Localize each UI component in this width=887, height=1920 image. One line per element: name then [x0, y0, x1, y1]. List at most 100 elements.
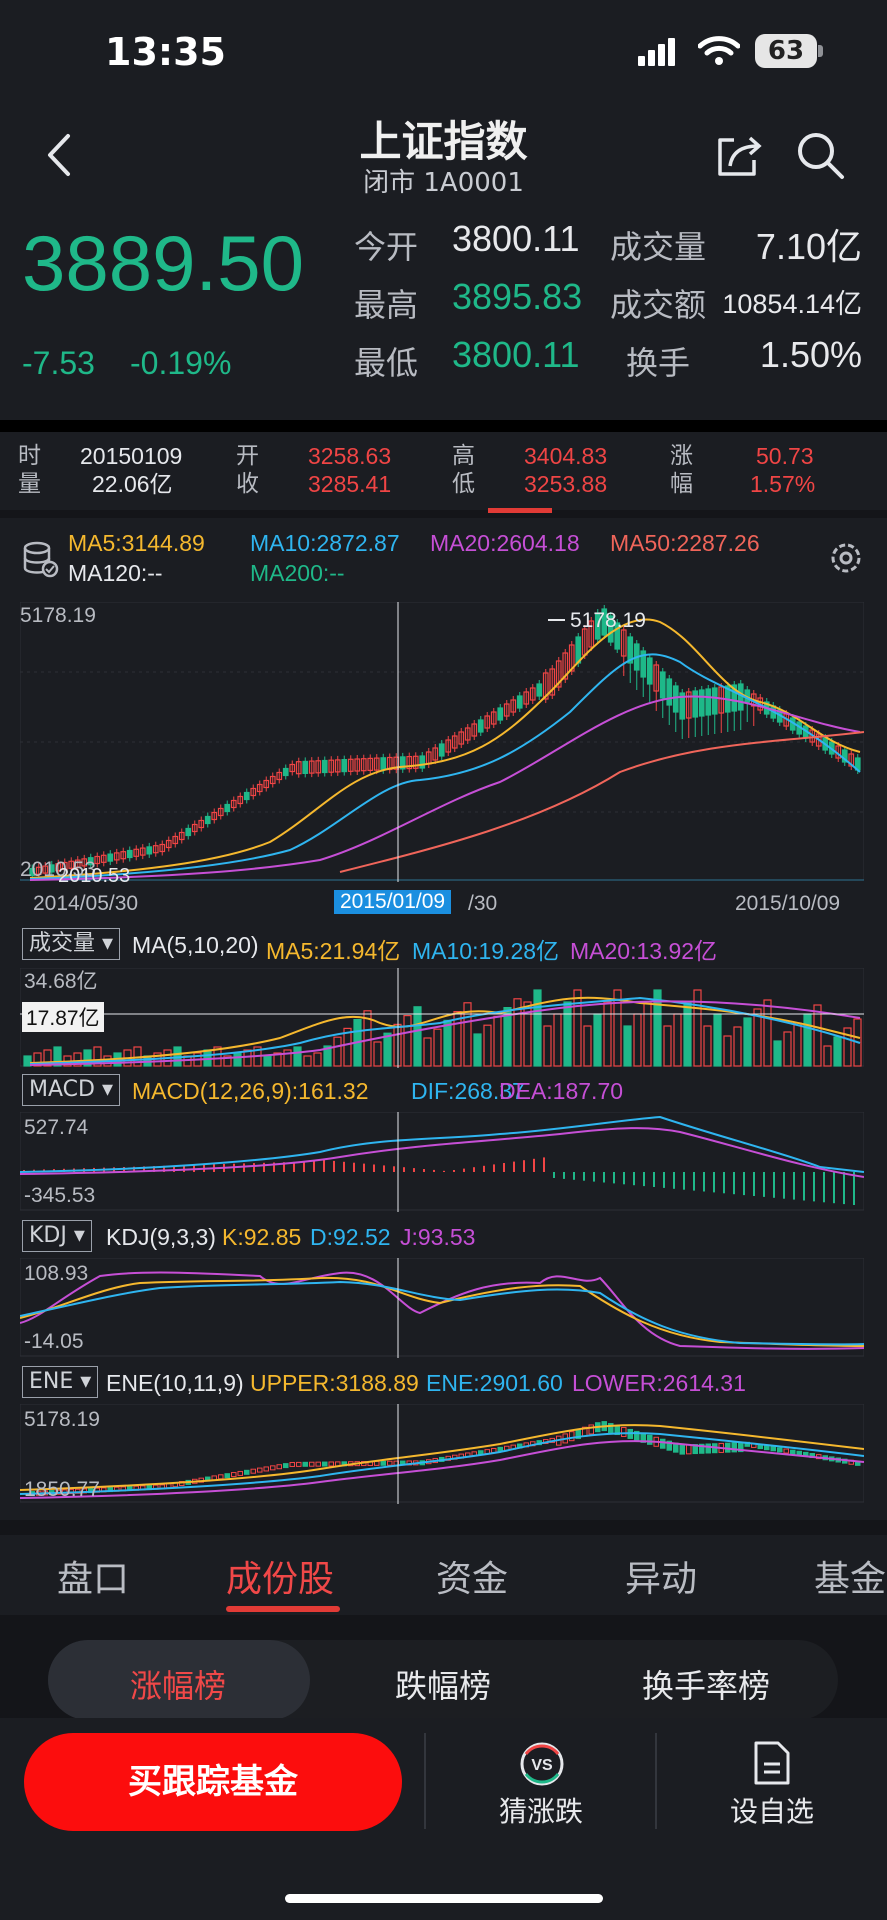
- tab-funds[interactable]: 资金: [436, 1550, 508, 1602]
- gear-icon[interactable]: [828, 540, 864, 576]
- volume-bar: [663, 1025, 672, 1067]
- price-change-pct: -0.19%: [130, 345, 232, 381]
- tab-fund[interactable]: 基金: [814, 1550, 886, 1602]
- volume-bar: [333, 1036, 342, 1067]
- volume-bar: [343, 1027, 352, 1067]
- ene-candle: [289, 1461, 295, 1467]
- kdj-j: J:93.53: [400, 1224, 476, 1250]
- ma5-line: [29, 618, 861, 879]
- ene-chart[interactable]: 5178.19 1850.77: [20, 1404, 864, 1504]
- volume-bar: [833, 1036, 842, 1067]
- ene-candle: [244, 1469, 250, 1475]
- macd-chart[interactable]: 527.74 -345.53: [20, 1112, 864, 1212]
- ene-lower: LOWER:2614.31: [572, 1370, 746, 1396]
- ene-candle: [296, 1461, 302, 1467]
- info-open-label: 开: [236, 443, 259, 469]
- volume-cursor-value: 17.87亿: [22, 1002, 104, 1032]
- turnover-value: 1.50%: [759, 334, 862, 375]
- volume-selector[interactable]: 成交量 ▾: [22, 928, 121, 960]
- amount-label: 成交额: [610, 286, 707, 324]
- volume-bar: [713, 1013, 722, 1067]
- volume-bar: [433, 1028, 442, 1067]
- kdj-selector[interactable]: KDJ ▾: [22, 1220, 92, 1252]
- divider: [0, 420, 887, 432]
- ene-candle: [777, 1447, 783, 1453]
- macd-ymax: 527.74: [24, 1116, 89, 1139]
- price-change: -7.53: [22, 345, 95, 381]
- volume-bar: [763, 999, 772, 1067]
- signal-icon: [638, 38, 675, 66]
- volume-bar: [383, 1032, 392, 1067]
- ene-candle: [250, 1468, 256, 1474]
- volume-bar: [573, 989, 582, 1067]
- ene-params: ENE(10,11,9): [106, 1370, 244, 1396]
- ene-candle: [387, 1460, 393, 1466]
- watchlist-button-label[interactable]: 设自选: [730, 1790, 814, 1830]
- subtab-gainers[interactable]: 涨幅榜: [130, 1661, 226, 1707]
- info-high-label: 高: [452, 443, 475, 469]
- ene-candle: [380, 1460, 386, 1466]
- tab-constituents[interactable]: 成份股: [226, 1550, 334, 1602]
- tab-pankou[interactable]: 盘口: [57, 1550, 129, 1602]
- search-icon[interactable]: [795, 130, 847, 182]
- kdj-chart[interactable]: 108.93 -14.05: [20, 1258, 864, 1358]
- tab-indicator: [226, 1606, 340, 1612]
- volume-bar: [543, 1025, 552, 1067]
- ene-candle: [374, 1460, 380, 1466]
- volume-chart[interactable]: 34.68亿: [20, 968, 864, 1068]
- volume-ma5: MA5:21.94亿: [266, 938, 401, 964]
- vs-icon[interactable]: VS: [518, 1740, 566, 1788]
- ene-candle: [315, 1461, 321, 1467]
- ma50-value: MA50:2287.26: [610, 530, 760, 556]
- ene-upper: UPPER:3188.89: [250, 1370, 419, 1396]
- ene-candle: [328, 1461, 334, 1467]
- ene-candle: [224, 1473, 230, 1479]
- volume-bar: [533, 989, 542, 1067]
- volume-bar: [493, 1015, 502, 1067]
- database-icon[interactable]: [22, 540, 60, 578]
- ene-candle: [309, 1461, 315, 1467]
- watchlist-icon[interactable]: [750, 1740, 792, 1786]
- divider: [655, 1733, 657, 1829]
- battery-cap: [818, 45, 823, 57]
- kdj-k: K:92.85: [222, 1224, 302, 1250]
- volume-bar: [23, 1055, 32, 1067]
- volume-bar: [603, 1001, 612, 1067]
- subtab-losers[interactable]: 跌幅榜: [395, 1661, 491, 1707]
- ma50-line: [339, 731, 864, 873]
- kline-min-marker: 2010.53: [58, 865, 130, 882]
- volume-bar: [203, 1049, 212, 1067]
- guess-button-label[interactable]: 猜涨跌: [499, 1790, 583, 1830]
- volume-bar: [443, 1019, 452, 1067]
- high-label: 最高: [354, 286, 419, 324]
- divider: [424, 1733, 426, 1829]
- tab-movement[interactable]: 异动: [625, 1550, 697, 1602]
- subtab-turnover[interactable]: 换手率榜: [642, 1661, 770, 1707]
- date-cursor: 2015/01/09: [334, 890, 452, 914]
- volume-bar: [803, 1013, 812, 1067]
- info-chg: 50.73: [756, 443, 814, 469]
- volume-bar: [563, 1001, 572, 1067]
- ene-candle: [621, 1426, 627, 1437]
- volume-params: MA(5,10,20): [132, 932, 259, 958]
- status-time: 13:35: [105, 30, 226, 74]
- macd-selector[interactable]: MACD ▾: [22, 1074, 120, 1106]
- buy-tracking-fund-button[interactable]: 买跟踪基金: [24, 1733, 402, 1831]
- share-icon[interactable]: [712, 130, 764, 182]
- info-low: 3253.88: [524, 471, 608, 497]
- date-start: 2014/05/30: [33, 892, 139, 915]
- ene-candle: [770, 1446, 776, 1452]
- kline-chart[interactable]: 5178.19 2010.53 2010.53 5178.19: [20, 602, 864, 882]
- ma200-value: MA200:--: [250, 560, 345, 586]
- volume-bar: [723, 1035, 732, 1067]
- volume-bar: [413, 1006, 422, 1067]
- ene-candle: [660, 1438, 666, 1449]
- ene-candle: [783, 1448, 789, 1454]
- ene-candle: [257, 1467, 263, 1473]
- open-label: 今开: [354, 228, 419, 266]
- volume-bar: [423, 1037, 432, 1067]
- volume-ymax: 34.68亿: [24, 970, 98, 993]
- ma5-value: MA5:3144.89: [68, 530, 205, 556]
- ene-selector[interactable]: ENE ▾: [22, 1366, 99, 1398]
- low-value: 3800.11: [452, 334, 580, 375]
